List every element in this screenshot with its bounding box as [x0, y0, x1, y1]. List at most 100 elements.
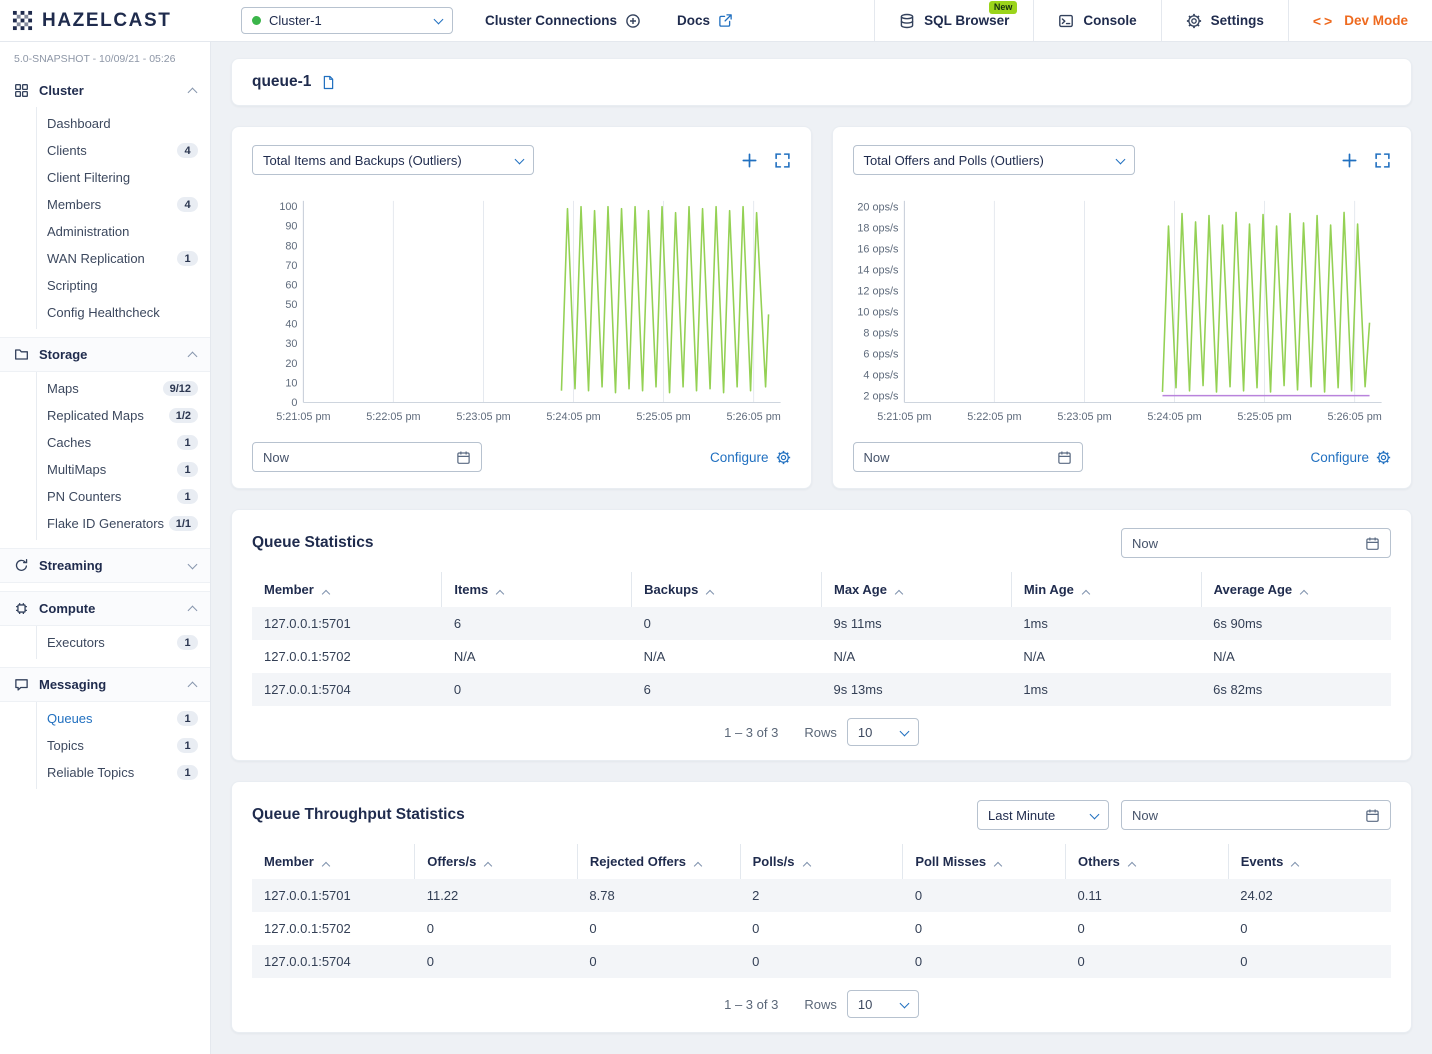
time-picker-throughput[interactable]: Now	[1121, 800, 1391, 830]
sidebar-section-messaging: Messaging Queues1 Topics1 Reliable Topic…	[0, 667, 210, 789]
add-chart-icon[interactable]	[741, 152, 758, 169]
sidebar-section-header-messaging[interactable]: Messaging	[0, 667, 210, 702]
column-label: Max Age	[834, 582, 887, 597]
cell: N/A	[442, 640, 632, 673]
sort-asc-icon	[496, 590, 504, 598]
sidebar-item-maps[interactable]: Maps9/12	[37, 375, 210, 402]
section-label: Storage	[39, 347, 87, 362]
svg-text:18 ops/s: 18 ops/s	[857, 223, 899, 235]
sort-asc-icon	[1082, 590, 1090, 598]
sidebar-item-replicated-maps[interactable]: Replicated Maps1/2	[37, 402, 210, 429]
sidebar-item-queues[interactable]: Queues1	[37, 705, 210, 732]
table-row: 127.0.0.1:5701 6 0 9s 11ms 1ms 6s 90ms	[252, 607, 1391, 640]
column-header-member[interactable]: Member	[252, 572, 442, 607]
sidebar-item-multimaps[interactable]: MultiMaps1	[37, 456, 210, 483]
brand[interactable]: HAZELCAST	[0, 0, 211, 41]
sidebar-section-header-cluster[interactable]: Cluster	[0, 74, 210, 107]
chevron-down-icon	[515, 154, 525, 164]
column-header-items[interactable]: Items	[442, 572, 632, 607]
sidebar-item-administration[interactable]: Administration	[37, 218, 210, 245]
expand-icon[interactable]	[774, 152, 791, 169]
add-chart-icon[interactable]	[1341, 152, 1358, 169]
settings-button[interactable]: Settings	[1161, 0, 1288, 41]
column-header-events[interactable]: Events	[1228, 844, 1391, 879]
cell: N/A	[632, 640, 822, 673]
sidebar-item-clients[interactable]: Clients4	[37, 137, 210, 164]
configure-link-offers[interactable]: Configure	[1310, 450, 1391, 465]
chevron-up-icon	[188, 681, 198, 691]
svg-text:5:21:05 pm: 5:21:05 pm	[276, 411, 330, 423]
sidebar-section-header-streaming[interactable]: Streaming	[0, 548, 210, 583]
sidebar-section-header-storage[interactable]: Storage	[0, 337, 210, 372]
brand-name: HAZELCAST	[42, 10, 171, 32]
sidebar-item-executors[interactable]: Executors1	[37, 629, 210, 656]
rows-per-page-select[interactable]: 10	[847, 990, 919, 1018]
svg-text:16 ops/s: 16 ops/s	[857, 244, 899, 256]
column-header-poll-misses[interactable]: Poll Misses	[903, 844, 1066, 879]
sidebar-item-reliable-topics[interactable]: Reliable Topics1	[37, 759, 210, 786]
sort-asc-icon	[895, 590, 903, 598]
cluster-selector[interactable]: Cluster-1	[241, 7, 453, 34]
header-spacer	[751, 0, 874, 41]
cell: 0	[740, 912, 903, 945]
document-icon[interactable]	[321, 75, 336, 90]
sql-browser-button[interactable]: New SQL Browser	[874, 0, 1033, 41]
cell: 0	[577, 912, 740, 945]
svg-text:5:26:05 pm: 5:26:05 pm	[1327, 411, 1381, 423]
column-label: Offers/s	[427, 854, 476, 869]
cluster-connections-button[interactable]: Cluster Connections	[467, 0, 659, 41]
sidebar-item-wan-replication[interactable]: WAN Replication1	[37, 245, 210, 272]
dev-mode-button[interactable]: <> Dev Mode	[1288, 0, 1432, 41]
cell: 0	[1228, 912, 1391, 945]
time-picker-queue-stats[interactable]: Now	[1121, 528, 1391, 558]
svg-text:40: 40	[285, 319, 297, 331]
svg-text:5:24:05 pm: 5:24:05 pm	[1147, 411, 1201, 423]
sidebar-item-pn-counters[interactable]: PN Counters1	[37, 483, 210, 510]
cell: N/A	[1011, 640, 1201, 673]
column-header-backups[interactable]: Backups	[632, 572, 822, 607]
column-header-others[interactable]: Others	[1066, 844, 1229, 879]
sidebar-item-members[interactable]: Members4	[37, 191, 210, 218]
sidebar-item-config-healthcheck[interactable]: Config Healthcheck	[37, 299, 210, 326]
interval-select[interactable]: Last Minute	[977, 800, 1109, 830]
sidebar-section-header-compute[interactable]: Compute	[0, 591, 210, 626]
configure-link-items[interactable]: Configure	[710, 450, 791, 465]
section-label: Compute	[39, 601, 95, 616]
column-header-rejected-offers[interactable]: Rejected Offers	[577, 844, 740, 879]
console-button[interactable]: Console	[1033, 0, 1160, 41]
column-header-max-age[interactable]: Max Age	[821, 572, 1011, 607]
time-picker-value: Now	[864, 450, 890, 465]
chevron-down-icon	[188, 560, 198, 570]
sidebar-section-storage: Storage Maps9/12 Replicated Maps1/2 Cach…	[0, 337, 210, 540]
rows-per-page-select[interactable]: 10	[847, 718, 919, 746]
sidebar-item-scripting[interactable]: Scripting	[37, 272, 210, 299]
svg-text:10: 10	[285, 377, 297, 389]
sidebar-item-caches[interactable]: Caches1	[37, 429, 210, 456]
metric-selector-offers[interactable]: Total Offers and Polls (Outliers)	[853, 145, 1135, 175]
column-header-member[interactable]: Member	[252, 844, 415, 879]
sidebar-item-dashboard[interactable]: Dashboard	[37, 110, 210, 137]
cell: 1ms	[1011, 607, 1201, 640]
compute-icon	[14, 601, 29, 616]
column-header-offers[interactable]: Offers/s	[415, 844, 578, 879]
docs-link[interactable]: Docs	[659, 0, 751, 41]
metric-selector-items[interactable]: Total Items and Backups (Outliers)	[252, 145, 534, 175]
sidebar-item-topics[interactable]: Topics1	[37, 732, 210, 759]
column-header-polls[interactable]: Polls/s	[740, 844, 903, 879]
chevron-down-icon	[1090, 809, 1100, 819]
table-row: 127.0.0.1:5702 0 0 0 0 0 0	[252, 912, 1391, 945]
column-header-min-age[interactable]: Min Age	[1011, 572, 1201, 607]
section-label: Streaming	[39, 558, 103, 573]
sort-asc-icon	[802, 862, 810, 870]
chevron-up-icon	[188, 605, 198, 615]
sidebar-item-flake-id-generators[interactable]: Flake ID Generators1/1	[37, 510, 210, 537]
chevron-down-icon	[899, 726, 909, 736]
cell: 0	[1066, 945, 1229, 978]
expand-icon[interactable]	[1374, 152, 1391, 169]
column-header-average-age[interactable]: Average Age	[1201, 572, 1391, 607]
sidebar-item-client-filtering[interactable]: Client Filtering	[37, 164, 210, 191]
pagination-range: 1 – 3 of 3	[724, 997, 778, 1012]
time-picker-items[interactable]: Now	[252, 442, 482, 472]
time-picker-offers[interactable]: Now	[853, 442, 1083, 472]
rows-per-page-value: 10	[858, 725, 872, 740]
